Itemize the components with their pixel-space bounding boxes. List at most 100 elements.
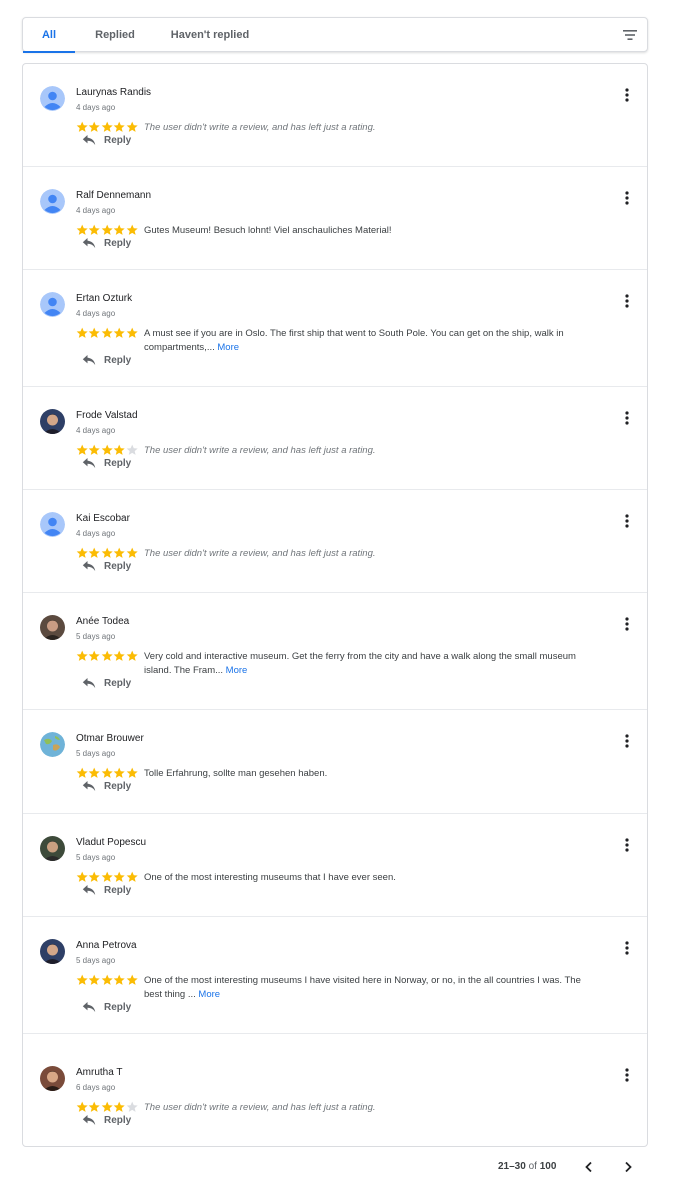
next-page-button[interactable] <box>621 1160 635 1174</box>
reply-button[interactable]: Reply <box>82 457 131 469</box>
review-text-content: One of the most interesting museums that… <box>144 872 396 883</box>
review-date: 5 days ago <box>76 632 116 641</box>
review-item: Amrutha T 6 days ago The user didn't write… <box>23 1044 647 1146</box>
more-options-icon[interactable] <box>622 1067 632 1083</box>
reply-label: Reply <box>104 134 132 146</box>
review-item: Anna Petrova 5 days ago One of the most in… <box>23 917 647 1034</box>
star-filled-icon <box>89 224 101 235</box>
reply-icon <box>82 458 96 468</box>
star-filled-icon <box>126 327 138 338</box>
avatar <box>40 1066 65 1091</box>
reply-button[interactable]: Reply <box>82 560 131 572</box>
star-filled-icon <box>101 974 113 985</box>
more-options-icon[interactable] <box>622 190 632 206</box>
star-filled-icon <box>76 871 88 882</box>
reviewer-name: Amrutha T <box>76 1067 123 1078</box>
star-rating <box>76 974 138 986</box>
review-text: Very cold and interactive museum. Get th… <box>144 650 594 677</box>
review-date: 4 days ago <box>76 529 116 538</box>
reply-button[interactable]: Reply <box>82 884 131 896</box>
pagination-range: 21–30 <box>498 1161 526 1172</box>
star-filled-icon <box>113 871 125 882</box>
tab-havent-replied[interactable]: Haven't replied <box>155 18 265 52</box>
star-empty-icon <box>126 1101 138 1112</box>
review-text-content: Tolle Erfahrung, sollte man gesehen habe… <box>144 768 328 779</box>
reply-label: Reply <box>104 1001 132 1013</box>
star-filled-icon <box>89 650 101 661</box>
star-filled-icon <box>76 650 88 661</box>
review-text: The user didn't write a review, and has … <box>144 1101 594 1115</box>
star-filled-icon <box>89 767 101 778</box>
star-rating <box>76 327 138 339</box>
star-filled-icon <box>101 224 113 235</box>
more-options-icon[interactable] <box>622 293 632 309</box>
avatar <box>40 86 65 111</box>
star-filled-icon <box>76 121 88 132</box>
star-rating <box>76 871 138 883</box>
more-options-icon[interactable] <box>622 87 632 103</box>
reply-button[interactable]: Reply <box>82 780 131 792</box>
reply-button[interactable]: Reply <box>82 1001 131 1013</box>
reply-button[interactable]: Reply <box>82 134 131 146</box>
star-filled-icon <box>126 121 138 132</box>
more-options-icon[interactable] <box>622 410 632 426</box>
reply-label: Reply <box>104 677 132 689</box>
star-empty-icon <box>126 444 138 455</box>
tab-all[interactable]: All <box>23 18 75 53</box>
more-options-icon[interactable] <box>622 733 632 749</box>
star-filled-icon <box>76 974 88 985</box>
review-item: Ertan Ozturk 4 days ago A must see if you … <box>23 270 647 387</box>
star-filled-icon <box>89 547 101 558</box>
review-text: A must see if you are in Oslo. The first… <box>144 327 594 354</box>
reply-icon <box>82 1115 96 1125</box>
reply-button[interactable]: Reply <box>82 677 131 689</box>
more-options-icon[interactable] <box>622 837 632 853</box>
review-date: 4 days ago <box>76 206 116 215</box>
reply-button[interactable]: Reply <box>82 1114 131 1126</box>
reviewer-name: Otmar Brouwer <box>76 733 144 744</box>
star-filled-icon <box>89 444 101 455</box>
review-text-content: A must see if you are in Oslo. The first… <box>144 328 564 353</box>
star-filled-icon <box>101 767 113 778</box>
more-options-icon[interactable] <box>622 940 632 956</box>
sort-icon[interactable] <box>622 27 638 43</box>
avatar <box>40 732 65 757</box>
review-text-content: The user didn't write a review, and has … <box>144 445 376 456</box>
avatar <box>40 409 65 434</box>
star-filled-icon <box>76 224 88 235</box>
reviewer-name: Vladut Popescu <box>76 837 147 848</box>
star-filled-icon <box>126 974 138 985</box>
star-rating <box>76 224 138 236</box>
review-item: Anée Todea 5 days ago Very cold and intera… <box>23 593 647 710</box>
review-date: 5 days ago <box>76 749 116 758</box>
tab-replied[interactable]: Replied <box>75 18 155 52</box>
star-filled-icon <box>113 1101 125 1112</box>
star-filled-icon <box>126 547 138 558</box>
star-filled-icon <box>76 547 88 558</box>
reply-button[interactable]: Reply <box>82 354 131 366</box>
reply-icon <box>82 781 96 791</box>
star-filled-icon <box>126 871 138 882</box>
reviewer-name: Ralf Dennemann <box>76 190 152 201</box>
more-link[interactable]: More <box>198 989 220 1000</box>
more-options-icon[interactable] <box>622 513 632 529</box>
star-filled-icon <box>101 871 113 882</box>
star-filled-icon <box>89 974 101 985</box>
more-options-icon[interactable] <box>622 616 632 632</box>
more-link[interactable]: More <box>217 342 239 353</box>
star-filled-icon <box>126 224 138 235</box>
reply-button[interactable]: Reply <box>82 237 131 249</box>
star-filled-icon <box>89 121 101 132</box>
more-link[interactable]: More <box>226 665 248 676</box>
previous-page-button[interactable] <box>582 1160 596 1174</box>
star-filled-icon <box>113 547 125 558</box>
reply-label: Reply <box>104 780 132 792</box>
review-date: 4 days ago <box>76 309 116 318</box>
star-filled-icon <box>89 1101 101 1112</box>
star-filled-icon <box>113 121 125 132</box>
review-text-content: The user didn't write a review, and has … <box>144 122 376 133</box>
review-item: Vladut Popescu 5 days ago One of the most … <box>23 814 647 917</box>
filter-tab-bar: All Replied Haven't replied <box>22 17 648 53</box>
review-text-content: The user didn't write a review, and has … <box>144 1102 376 1113</box>
star-filled-icon <box>101 1101 113 1112</box>
